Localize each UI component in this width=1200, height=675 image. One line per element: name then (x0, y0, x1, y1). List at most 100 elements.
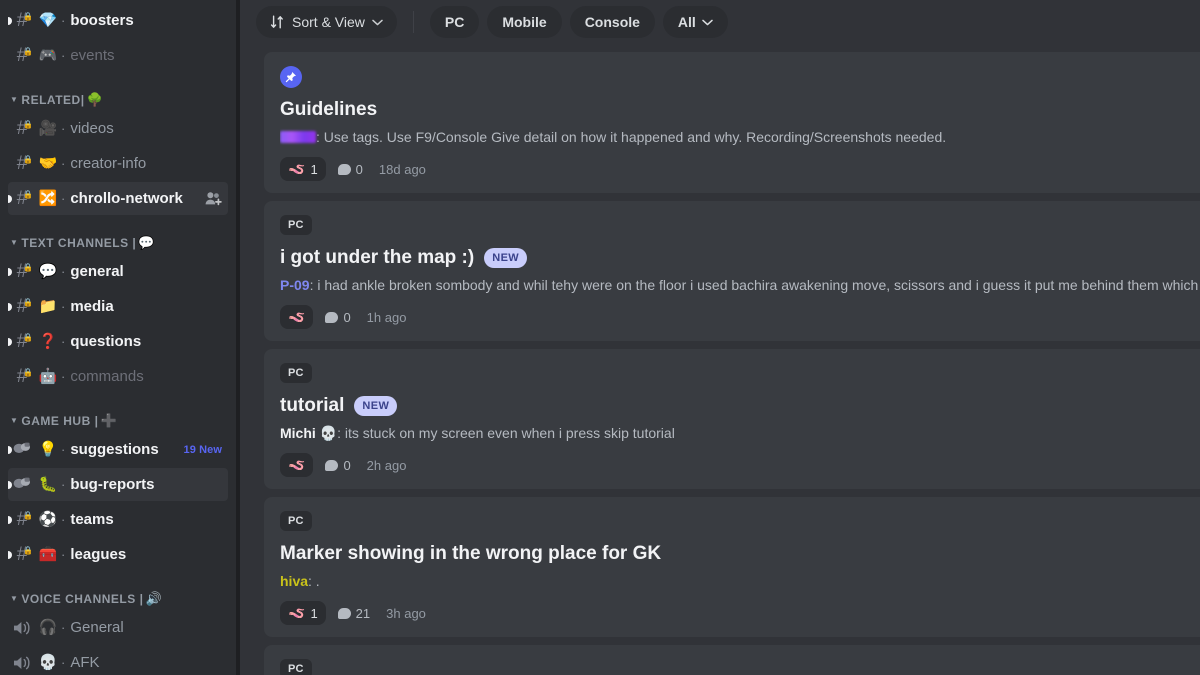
filter-tag-all[interactable]: All (662, 6, 728, 38)
sidebar-item-boosters[interactable]: # 🔒 💎 · boosters (8, 4, 228, 37)
sidebar-item-afk[interactable]: 💀 · AFK (8, 646, 228, 675)
lock-icon: 🔒 (23, 511, 33, 520)
forum-post-card[interactable]: PC i got under the map :) NEW P-09: i had a… (264, 201, 1200, 341)
filter-tag-mobile[interactable]: Mobile (487, 6, 562, 38)
forum-icon (8, 442, 36, 457)
post-timestamp: 18d ago (378, 161, 426, 177)
sort-arrows-icon (270, 15, 285, 29)
channel-dot: · (61, 547, 66, 562)
sidebar-item-events[interactable]: # 🔒 🎮 · events (8, 39, 228, 72)
sidebar-category[interactable]: ▼ TEXT CHANNELS | 💬 (0, 217, 236, 255)
filter-tag-label: PC (444, 14, 465, 30)
forum-post-card[interactable]: Guidelines: Use tags. Use F9/Console Giv… (264, 52, 1200, 193)
post-author: Michi 💀 (280, 425, 338, 441)
post-meta: 🪱 1 21 3h ago (280, 601, 1198, 625)
hash-lock-icon: # 🔒 (16, 10, 33, 31)
sidebar-item-chrollo-network[interactable]: # 🔒 🔀 · chrollo-network (8, 182, 228, 215)
hash-lock-icon: # 🔒 (16, 188, 33, 209)
forum-post-card[interactable]: PC Marker showing in the wrong place for … (264, 497, 1200, 637)
post-timestamp: 3h ago (386, 605, 426, 621)
sidebar-item-teams[interactable]: # 🔒 ⚽ · teams (8, 503, 228, 536)
post-message-count: 0 (325, 458, 351, 473)
sidebar-category-label: RELATED| (21, 93, 85, 107)
add-member-icon[interactable] (205, 191, 222, 206)
post-preview: hiva: . (280, 572, 1198, 590)
channel-dot: · (61, 13, 66, 28)
channel-dot: · (61, 191, 66, 206)
post-reaction[interactable]: 🪱 (280, 453, 314, 477)
post-meta: 🪱 1 0 18d ago (280, 157, 1198, 181)
sort-and-view-button[interactable]: Sort & View (256, 6, 397, 38)
channel-emoji: 📁 (38, 298, 58, 315)
post-timestamp: 1h ago (366, 309, 407, 325)
post-preview: : Use tags. Use F9/Console Give detail o… (280, 128, 1198, 146)
category-emoji: 🌳 (86, 92, 104, 107)
sidebar-item-bug-reports[interactable]: 🐛 · bug-reports (8, 468, 228, 501)
message-bubble-icon (325, 311, 339, 323)
channel-emoji: 💀 (38, 654, 58, 671)
chevron-down-icon: ▼ (10, 94, 19, 104)
sidebar-item-questions[interactable]: # 🔒 ❓ · questions (8, 325, 228, 358)
sidebar-item-label: chrollo-network (70, 190, 183, 207)
sidebar-category[interactable]: ▼ RELATED| 🌳 (0, 74, 236, 112)
forum-post-card[interactable]: PC tutorial NEW Michi 💀: its stuck on my sc… (264, 349, 1200, 489)
channel-sidebar[interactable]: # 🔒 💎 · boosters # 🔒 🎮 · events ▼ RELATED| 🌳 # 🔒 🎥 · vide… (0, 0, 236, 675)
sidebar-item-general[interactable]: 🎧 · General (8, 611, 228, 644)
message-count-value: 21 (355, 605, 371, 621)
post-reaction[interactable]: 🪱 (280, 305, 314, 329)
lock-icon: 🔒 (23, 546, 33, 555)
channel-emoji: ⚽ (38, 511, 58, 528)
message-count-value: 0 (355, 161, 363, 177)
chevron-down-icon (702, 19, 713, 26)
sidebar-category[interactable]: ▼ GAME HUB | ➕ (0, 395, 236, 433)
post-meta: 🪱 0 2h ago (280, 453, 1198, 477)
sidebar-item-leagues[interactable]: # 🔒 🧰 · leagues (8, 538, 228, 571)
filter-tag-console[interactable]: Console (569, 6, 655, 38)
sidebar-item-label: boosters (70, 12, 134, 29)
post-tag-chip[interactable]: PC (280, 215, 312, 235)
channel-emoji: 💬 (38, 263, 58, 280)
sidebar-category[interactable]: ▼ VOICE CHANNELS | 🔊 (0, 573, 236, 611)
sidebar-item-videos[interactable]: # 🔒 🎥 · videos (8, 112, 228, 145)
hash-lock-icon: # 🔒 (16, 544, 33, 565)
sidebar-item-label: bug-reports (70, 476, 155, 493)
hash-lock-icon: # 🔒 (16, 296, 33, 317)
pin-icon (280, 66, 302, 88)
post-title-text: Marker showing in the wrong place for GK (280, 543, 662, 564)
hash-lock-icon: # 🔒 (16, 331, 33, 352)
filter-tag-label: Mobile (502, 14, 547, 30)
sidebar-item-label: events (70, 47, 115, 64)
sidebar-category-label: VOICE CHANNELS | (21, 592, 144, 606)
forum-main: Sort & View PC Mobile Console All Guideline… (240, 0, 1200, 675)
post-timestamp: 2h ago (366, 457, 407, 473)
sidebar-item-label: AFK (70, 654, 100, 671)
post-title: i got under the map :) NEW (280, 246, 1198, 270)
filter-tag-label: All (677, 14, 696, 30)
forum-post-list[interactable]: Guidelines: Use tags. Use F9/Console Giv… (240, 44, 1200, 675)
channel-dot: · (61, 334, 66, 349)
channel-emoji: 🎥 (38, 120, 58, 137)
chevron-down-icon: ▼ (10, 237, 19, 247)
forum-toolbar: Sort & View PC Mobile Console All (240, 0, 1200, 44)
post-preview-text: : its stuck on my screen even when i pre… (337, 425, 675, 441)
post-tag-chip[interactable]: PC (280, 511, 312, 531)
message-bubble-icon (337, 163, 351, 175)
post-reaction[interactable]: 🪱 1 (280, 157, 326, 181)
channel-dot: · (61, 48, 66, 63)
post-preview-text: : i had ankle broken sombody and whil te… (309, 277, 1199, 293)
sidebar-item-creator-info[interactable]: # 🔒 🤝 · creator-info (8, 147, 228, 180)
filter-tag-pc[interactable]: PC (429, 6, 480, 38)
sidebar-item-commands[interactable]: # 🔒 🤖 · commands (8, 360, 228, 393)
sidebar-item-suggestions[interactable]: 💡 · suggestions 19 New (8, 433, 228, 466)
forum-post-card[interactable]: PCKing Bug (264, 645, 1200, 675)
new-badge: NEW (354, 396, 398, 416)
post-tag-chip[interactable]: PC (280, 363, 312, 383)
post-reaction[interactable]: 🪱 1 (280, 601, 326, 625)
lock-icon: 🔒 (23, 263, 33, 272)
sidebar-item-media[interactable]: # 🔒 📁 · media (8, 290, 228, 323)
post-tag-chip[interactable]: PC (280, 659, 312, 675)
post-author: P-09 (280, 277, 310, 293)
sidebar-item-general[interactable]: # 🔒 💬 · general (8, 255, 228, 288)
sort-and-view-label: Sort & View (292, 14, 365, 30)
sidebar-category-label: TEXT CHANNELS | (21, 236, 137, 250)
